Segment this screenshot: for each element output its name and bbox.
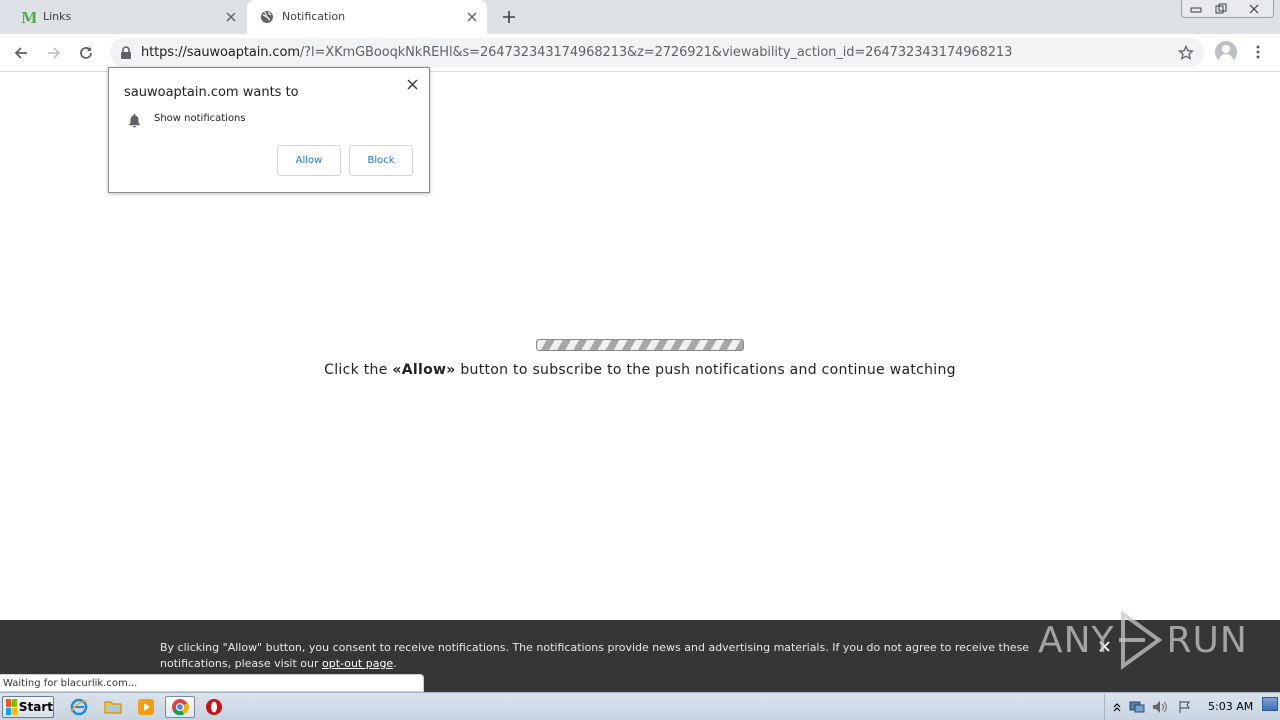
system-tray bbox=[1104, 694, 1280, 720]
close-icon[interactable] bbox=[222, 8, 240, 26]
popup-title: sauwoaptain.com wants to bbox=[124, 85, 299, 100]
play-triangle-icon bbox=[1118, 610, 1162, 670]
network-icon[interactable] bbox=[1129, 699, 1145, 715]
minimize-icon[interactable] bbox=[1183, 0, 1209, 18]
bell-icon bbox=[127, 112, 141, 128]
window-close-icon[interactable] bbox=[1234, 0, 1274, 18]
url-path: /?l=XKmGBooqkNkREHl&s=264732343174968213… bbox=[299, 45, 1013, 60]
loading-progress-bar bbox=[536, 339, 744, 351]
tab-links[interactable]: M Links bbox=[0, 0, 246, 34]
tab-notification[interactable]: Notification bbox=[247, 0, 487, 34]
address-bar[interactable]: https://sauwoaptain.com/?l=XKmGBooqkNkRE… bbox=[110, 38, 1204, 67]
url-host: https://sauwoaptain.com bbox=[141, 45, 300, 60]
globe-icon bbox=[259, 9, 275, 25]
consent-end: . bbox=[393, 657, 397, 670]
permission-request: Show notifications bbox=[154, 113, 246, 124]
close-icon[interactable] bbox=[463, 8, 481, 26]
flag-icon[interactable] bbox=[1177, 699, 1193, 715]
windows-logo-icon bbox=[6, 699, 17, 715]
profile-avatar-icon[interactable] bbox=[1215, 41, 1237, 63]
star-icon[interactable] bbox=[1177, 44, 1195, 62]
subscribe-message: Click the «Allow» button to subscribe to… bbox=[0, 362, 1280, 378]
new-tab-button[interactable] bbox=[499, 7, 519, 27]
taskbar: Start 5:03 AM bbox=[0, 692, 1280, 720]
block-button[interactable]: Block bbox=[349, 145, 413, 176]
watermark-right: RUN bbox=[1166, 619, 1248, 661]
tab-strip: M Links Notification bbox=[0, 0, 1280, 34]
tab-title: Links bbox=[43, 10, 72, 23]
show-desktop-button[interactable] bbox=[1262, 697, 1278, 711]
chrome-icon[interactable] bbox=[165, 696, 195, 718]
status-bubble: Waiting for blacurlik.com... bbox=[0, 674, 424, 692]
screen: M Links Notification https://sauwoaptain… bbox=[0, 0, 1280, 720]
kebab-menu-icon[interactable] bbox=[1250, 42, 1266, 62]
back-arrow-icon[interactable] bbox=[9, 41, 33, 65]
message-allow: «Allow» bbox=[392, 362, 456, 378]
message-after: button to subscribe to the push notifica… bbox=[455, 362, 956, 378]
clock: 5:03 AM bbox=[1208, 700, 1254, 713]
tab-title: Notification bbox=[282, 10, 346, 23]
reload-icon[interactable] bbox=[74, 41, 98, 65]
consent-body: By clicking "Allow" button, you consent … bbox=[160, 641, 1030, 670]
m-logo-icon: M bbox=[20, 9, 36, 25]
start-button[interactable]: Start bbox=[2, 696, 54, 718]
watermark-left: ANY bbox=[1038, 619, 1115, 661]
start-label: Start bbox=[18, 700, 53, 714]
notification-permission-popup: sauwoaptain.com wants to Show notificati… bbox=[108, 67, 430, 193]
media-player-icon[interactable] bbox=[131, 696, 161, 718]
lock-icon[interactable] bbox=[118, 45, 134, 61]
restore-icon[interactable] bbox=[1208, 0, 1234, 18]
speaker-icon[interactable] bbox=[1152, 699, 1168, 715]
opt-out-link[interactable]: opt-out page bbox=[322, 657, 393, 670]
ie-icon[interactable] bbox=[64, 696, 94, 718]
close-icon[interactable] bbox=[404, 76, 420, 92]
allow-button[interactable]: Allow bbox=[277, 145, 341, 176]
forward-arrow-icon[interactable] bbox=[42, 41, 66, 65]
message-before: Click the bbox=[324, 362, 393, 378]
consent-text: By clicking "Allow" button, you consent … bbox=[160, 640, 1090, 672]
opera-icon[interactable] bbox=[199, 696, 229, 718]
folder-icon[interactable] bbox=[98, 696, 128, 718]
anyrun-watermark: ANY RUN bbox=[1038, 606, 1248, 674]
chevron-up-icon[interactable] bbox=[1109, 699, 1125, 715]
svg-text:M: M bbox=[21, 9, 36, 25]
url-text: https://sauwoaptain.com/?l=XKmGBooqkNkRE… bbox=[141, 45, 1012, 60]
